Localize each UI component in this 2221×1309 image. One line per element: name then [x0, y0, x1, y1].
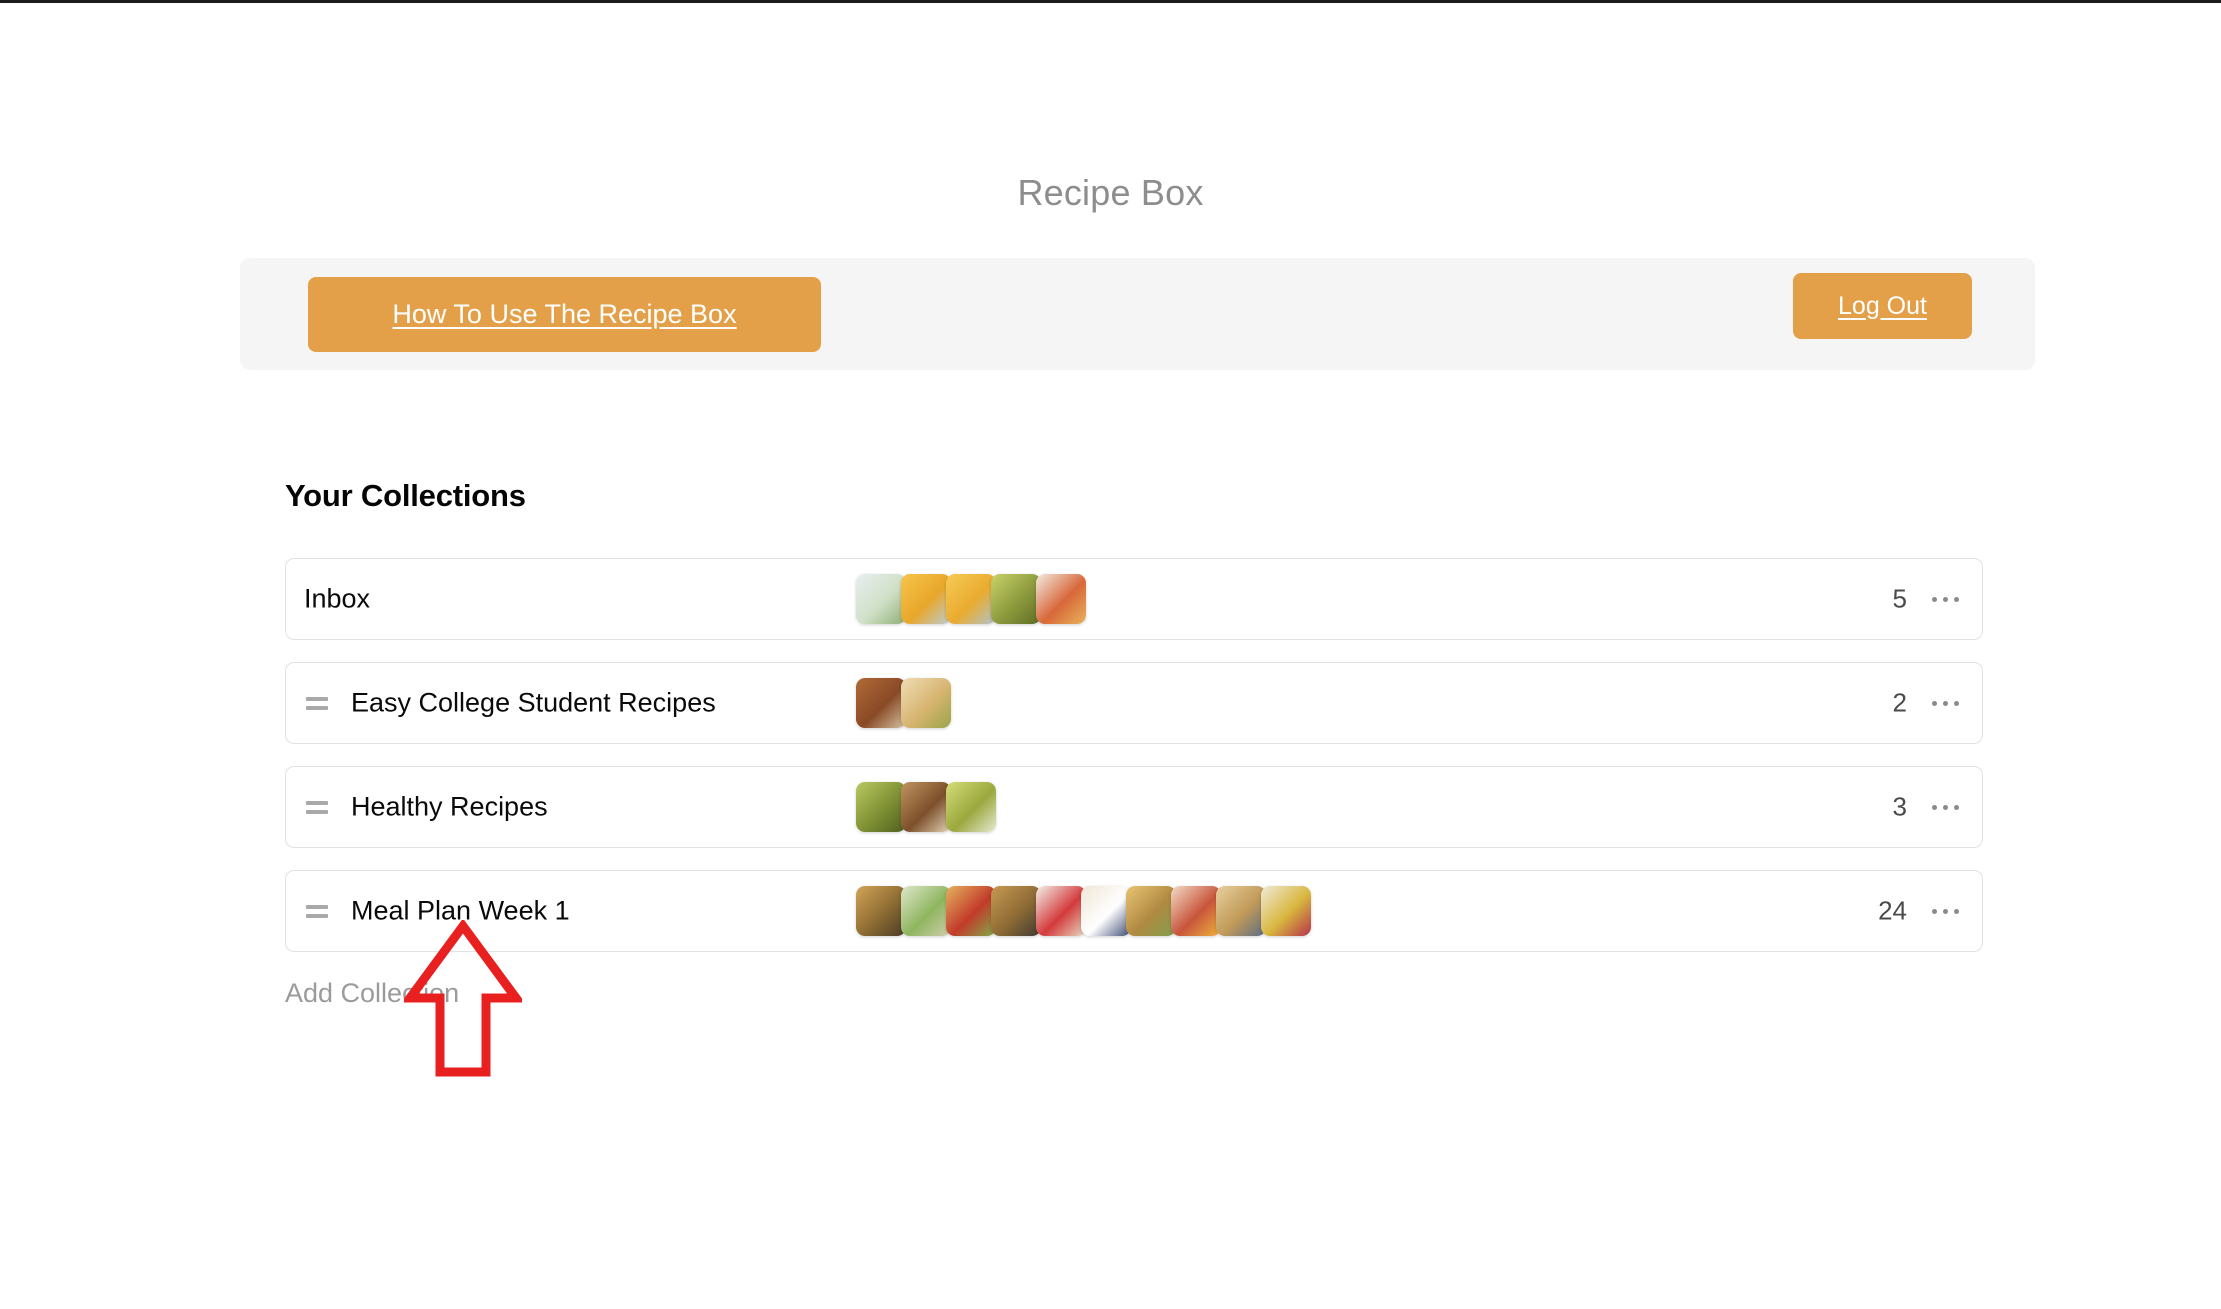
brussels-sprouts-thumbnail	[991, 574, 1041, 624]
log-out-button[interactable]: Log Out	[1793, 273, 1972, 339]
oatmeal-blueberries-thumbnail	[1081, 886, 1131, 936]
flatbread-pizza-thumbnail	[901, 678, 951, 728]
header-toolbar: How To Use The Recipe Box Log Out	[240, 258, 2035, 370]
recipe-thumbnail-strip	[856, 782, 996, 832]
roasted-plate-thumbnail	[1036, 574, 1086, 624]
drag-handle-icon[interactable]	[306, 903, 330, 919]
collection-list: Inbox 5 Easy College Student Recipes 2 Healt…	[285, 558, 1983, 974]
log-out-label: Log Out	[1838, 291, 1927, 320]
collection-row[interactable]: Inbox 5	[285, 558, 1983, 640]
pancake-stack-thumbnail	[1216, 886, 1266, 936]
drag-handle-icon[interactable]	[306, 799, 330, 815]
recipe-box-page: Recipe Box How To Use The Recipe Box Log…	[0, 0, 2221, 1309]
orange-juice-glass-thumbnail	[901, 574, 951, 624]
egg-muffins-thumbnail	[1126, 886, 1176, 936]
ellipsis-icon[interactable]	[1926, 690, 1964, 716]
fruit-salad-thumbnail	[1261, 886, 1311, 936]
ellipsis-icon[interactable]	[1926, 794, 1964, 820]
recipe-thumbnail-strip	[856, 678, 951, 728]
your-collections-heading: Your Collections	[285, 478, 526, 513]
chicken-salad-bowl-thumbnail	[856, 574, 906, 624]
bacon-egg-sandwich-thumbnail	[1171, 886, 1221, 936]
how-to-use-recipe-box-button[interactable]: How To Use The Recipe Box	[308, 277, 821, 352]
collection-row[interactable]: Healthy Recipes 3	[285, 766, 1983, 848]
recipe-thumbnail-strip	[856, 574, 1086, 624]
cheeseburger-thumbnail	[946, 886, 996, 936]
collection-row[interactable]: Easy College Student Recipes 2	[285, 662, 1983, 744]
collection-name-label: Healthy Recipes	[351, 791, 548, 822]
yogurt-parfait-thumbnail	[1036, 886, 1086, 936]
oatmeal-bake-thumbnail	[991, 886, 1041, 936]
ellipsis-icon[interactable]	[1926, 586, 1964, 612]
granola-clusters-thumbnail	[856, 886, 906, 936]
top-rule-divider	[0, 0, 2221, 3]
collection-row[interactable]: Meal Plan Week 1 24	[285, 870, 1983, 952]
recipe-count: 5	[1892, 583, 1907, 614]
ellipsis-icon[interactable]	[1926, 898, 1964, 924]
how-to-use-recipe-box-label: How To Use The Recipe Box	[392, 299, 737, 329]
collection-name-label: Meal Plan Week 1	[351, 895, 570, 926]
collection-name-label: Easy College Student Recipes	[351, 687, 716, 718]
page-title: Recipe Box	[1017, 172, 1204, 213]
pulled-pork-thumbnail	[901, 782, 951, 832]
lettuce-wraps-thumbnail	[901, 886, 951, 936]
recipe-count: 2	[1892, 687, 1907, 718]
shaved-brussels-salad-thumbnail	[946, 782, 996, 832]
recipe-count: 3	[1892, 791, 1907, 822]
chili-skillet-thumbnail	[856, 678, 906, 728]
collection-name-label: Inbox	[304, 583, 371, 614]
recipe-thumbnail-strip	[856, 886, 1311, 936]
recipe-count: 24	[1878, 895, 1907, 926]
drag-handle-icon[interactable]	[306, 695, 330, 711]
add-collection-button[interactable]: Add Collection	[285, 978, 459, 1009]
orange-juice-glass-thumbnail	[946, 574, 996, 624]
brussels-sprouts-bowl-thumbnail	[856, 782, 906, 832]
